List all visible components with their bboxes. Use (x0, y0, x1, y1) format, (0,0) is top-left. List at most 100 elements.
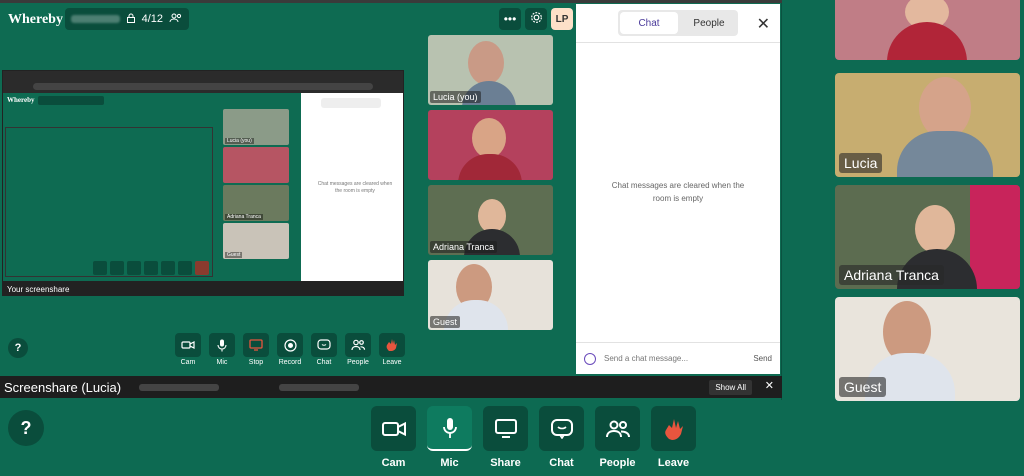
inner-tool-label: Cam (180, 359, 196, 366)
nested-tool (161, 261, 175, 275)
chat-button[interactable]: Chat (539, 406, 584, 469)
chat-icon (539, 406, 584, 451)
nested-tool (127, 261, 141, 275)
leave-icon (379, 333, 405, 357)
leave-icon (651, 406, 696, 451)
chat-empty-message: Chat messages are cleared when the room … (611, 181, 745, 203)
mic-label: Mic (440, 457, 459, 469)
nested-chat-tabs (321, 98, 381, 108)
inner-leave-button[interactable]: Leave (379, 333, 405, 366)
participant-face (919, 77, 971, 139)
participant-tile[interactable]: Adriana Tranca (428, 185, 553, 255)
cam-button[interactable]: Cam (371, 406, 416, 469)
nested-chat-empty: Chat messages are cleared when the room … (317, 181, 393, 194)
nested-tile: Guest (223, 223, 289, 259)
inner-mic-button[interactable]: Mic (209, 333, 235, 366)
room-name-blurred (71, 15, 120, 23)
screenshare-top-border (0, 0, 782, 3)
leave-button[interactable]: Leave (651, 406, 696, 469)
download-chip[interactable] (279, 383, 360, 391)
inner-tool-label: Leave (382, 359, 402, 366)
inner-people-button[interactable]: People (345, 333, 371, 366)
cam-label: Cam (381, 457, 406, 469)
background-wall (970, 185, 1020, 289)
inner-stop-button[interactable]: Stop (243, 333, 269, 366)
nested-screenshare: Whereby Lucia (you) Adriana Tranca Guest… (2, 70, 404, 296)
chat-input[interactable]: Send a chat message... (604, 354, 688, 363)
people-label: People (599, 457, 636, 469)
chat-icon (311, 333, 337, 357)
inner-record-button[interactable]: Record (277, 333, 303, 366)
room-info-pill[interactable]: 4/12 (65, 8, 189, 30)
inner-tool-label: Chat (316, 359, 332, 366)
participant-body (458, 154, 522, 180)
participant-tile[interactable]: Guest (428, 260, 553, 330)
lock-icon (126, 13, 136, 26)
nested-toolbar (93, 261, 213, 279)
people-button[interactable]: People (595, 406, 640, 469)
tile-label: Lucia (you) (430, 91, 481, 103)
nested-tool (110, 261, 124, 275)
help-button[interactable]: ? (8, 410, 44, 446)
tab-chat[interactable]: Chat (620, 12, 678, 34)
people-icon (345, 333, 371, 357)
tab-people[interactable]: People (680, 10, 738, 36)
record-icon (277, 333, 303, 357)
chat-divider (576, 42, 780, 43)
inner-tool-label: Mic (216, 359, 228, 366)
share-button[interactable]: Share (483, 406, 528, 469)
avatar[interactable]: LP (551, 8, 573, 30)
download-chip[interactable] (139, 383, 220, 391)
browser-url-bar (33, 83, 373, 90)
nested-footer: Your screenshare (3, 281, 403, 295)
nested-tool (144, 261, 158, 275)
chat-panel: Chat People ✕ Chat messages are cleared … (576, 4, 780, 374)
close-icon[interactable]: ✕ (757, 14, 770, 34)
inner-tool-label: Record (278, 359, 302, 366)
mic-button[interactable]: Mic (427, 406, 472, 469)
nested-tile: Adriana Tranca (223, 185, 289, 221)
people-icon (169, 13, 183, 26)
tile-label: Guest (839, 377, 887, 397)
participant-tile[interactable] (835, 0, 1020, 60)
people-icon (595, 406, 640, 451)
inner-cam-button[interactable]: Cam (175, 333, 201, 366)
participant-tile[interactable]: Guest (835, 297, 1020, 401)
brand-logo[interactable]: Whereby (8, 12, 63, 28)
screenshare-view: Whereby 4/12 ••• LP Whereby Lucia (you) … (0, 0, 782, 400)
emoji-icon[interactable] (584, 352, 596, 365)
send-button[interactable]: Send (753, 354, 772, 363)
participant-tile[interactable]: Adriana Tranca (835, 185, 1020, 289)
nested-footer-label: Your screenshare (7, 284, 70, 294)
screenshare-label: Screenshare (Lucia) (4, 379, 122, 395)
settings-button[interactable] (525, 8, 547, 30)
participant-face (468, 41, 504, 85)
help-button-small[interactable]: ? (8, 338, 28, 358)
show-all-button[interactable]: Show All (709, 380, 752, 395)
nested-room-pill (38, 96, 104, 105)
inner-tool-label: Stop (248, 359, 264, 366)
participant-tile[interactable] (428, 110, 553, 180)
nested-tile: Lucia (you) (223, 109, 289, 145)
mic-icon (427, 406, 472, 451)
share-label: Share (490, 457, 521, 469)
app-header: Whereby 4/12 ••• LP (0, 6, 575, 34)
close-icon[interactable]: ✕ (765, 379, 774, 392)
nested-tool (178, 261, 192, 275)
participant-tile[interactable]: Lucia (you) (428, 35, 553, 105)
chat-input-bar: Send a chat message... Send (576, 342, 780, 374)
stop-share-icon (243, 333, 269, 357)
tile-label: Guest (430, 316, 461, 328)
participant-face (478, 199, 506, 233)
participant-body (897, 131, 993, 177)
nested-tile-label: Lucia (you) (225, 138, 254, 144)
nested-brand: Whereby (7, 96, 35, 104)
share-screen-icon (483, 406, 528, 451)
main-toolbar: Cam Mic Share Chat People Leave (371, 406, 696, 469)
more-button[interactable]: ••• (499, 8, 521, 30)
participant-tile[interactable]: Lucia (835, 73, 1020, 177)
participant-body (887, 22, 967, 60)
leave-label: Leave (657, 457, 690, 469)
inner-chat-button[interactable]: Chat (311, 333, 337, 366)
chat-label: Chat (549, 457, 574, 469)
